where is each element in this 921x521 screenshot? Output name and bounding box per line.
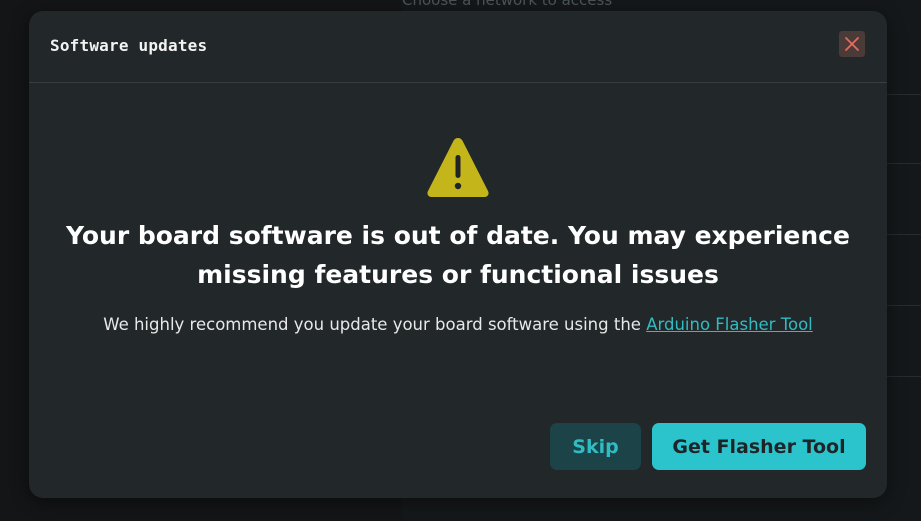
- background-row-divider: [886, 94, 921, 95]
- headline-line-2: missing features or functional issues: [197, 260, 719, 289]
- recommendation-text: We highly recommend you update your boar…: [103, 315, 641, 334]
- dialog-title: Software updates: [50, 36, 208, 55]
- background-row-divider: [886, 376, 921, 377]
- skip-button[interactable]: Skip: [550, 423, 641, 470]
- software-updates-dialog: Software updates Your board software is …: [29, 11, 887, 498]
- out-of-date-headline: Your board software is out of date. You …: [29, 216, 887, 294]
- recommendation-message: We highly recommend you update your boar…: [29, 315, 887, 334]
- warning-triangle-icon: [427, 138, 489, 197]
- dialog-header: Software updates: [29, 11, 887, 83]
- background-row-divider: [886, 305, 921, 306]
- background-row-divider: [886, 234, 921, 235]
- arduino-flasher-tool-link[interactable]: Arduino Flasher Tool: [646, 315, 813, 334]
- background-hint-text: Choose a network to access: [402, 0, 613, 9]
- headline-line-1: Your board software is out of date. You …: [66, 221, 850, 250]
- background-row-divider: [886, 163, 921, 164]
- get-flasher-tool-button[interactable]: Get Flasher Tool: [652, 423, 866, 470]
- close-button[interactable]: [839, 31, 865, 57]
- close-icon: [845, 37, 859, 51]
